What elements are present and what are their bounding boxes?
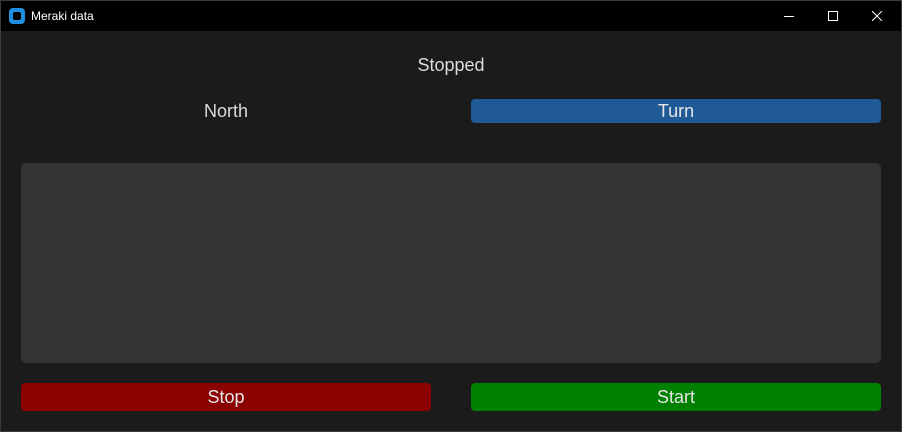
output-textbox[interactable]: [21, 163, 881, 363]
app-window: Meraki data Stopped North Turn Stop Star…: [0, 0, 902, 432]
window-title: Meraki data: [31, 9, 94, 23]
close-icon: [872, 11, 882, 21]
close-button[interactable]: [854, 1, 900, 31]
status-label: Stopped: [417, 55, 485, 75]
stop-button[interactable]: Stop: [21, 383, 431, 411]
title-bar[interactable]: Meraki data: [1, 1, 901, 31]
app-icon: [9, 8, 25, 24]
maximize-button[interactable]: [810, 1, 856, 31]
turn-button[interactable]: Turn: [471, 99, 881, 123]
minimize-button[interactable]: [766, 1, 812, 31]
direction-label: North: [203, 101, 248, 121]
maximize-icon: [828, 11, 838, 21]
start-button[interactable]: Start: [471, 383, 881, 411]
minimize-icon: [784, 16, 794, 17]
